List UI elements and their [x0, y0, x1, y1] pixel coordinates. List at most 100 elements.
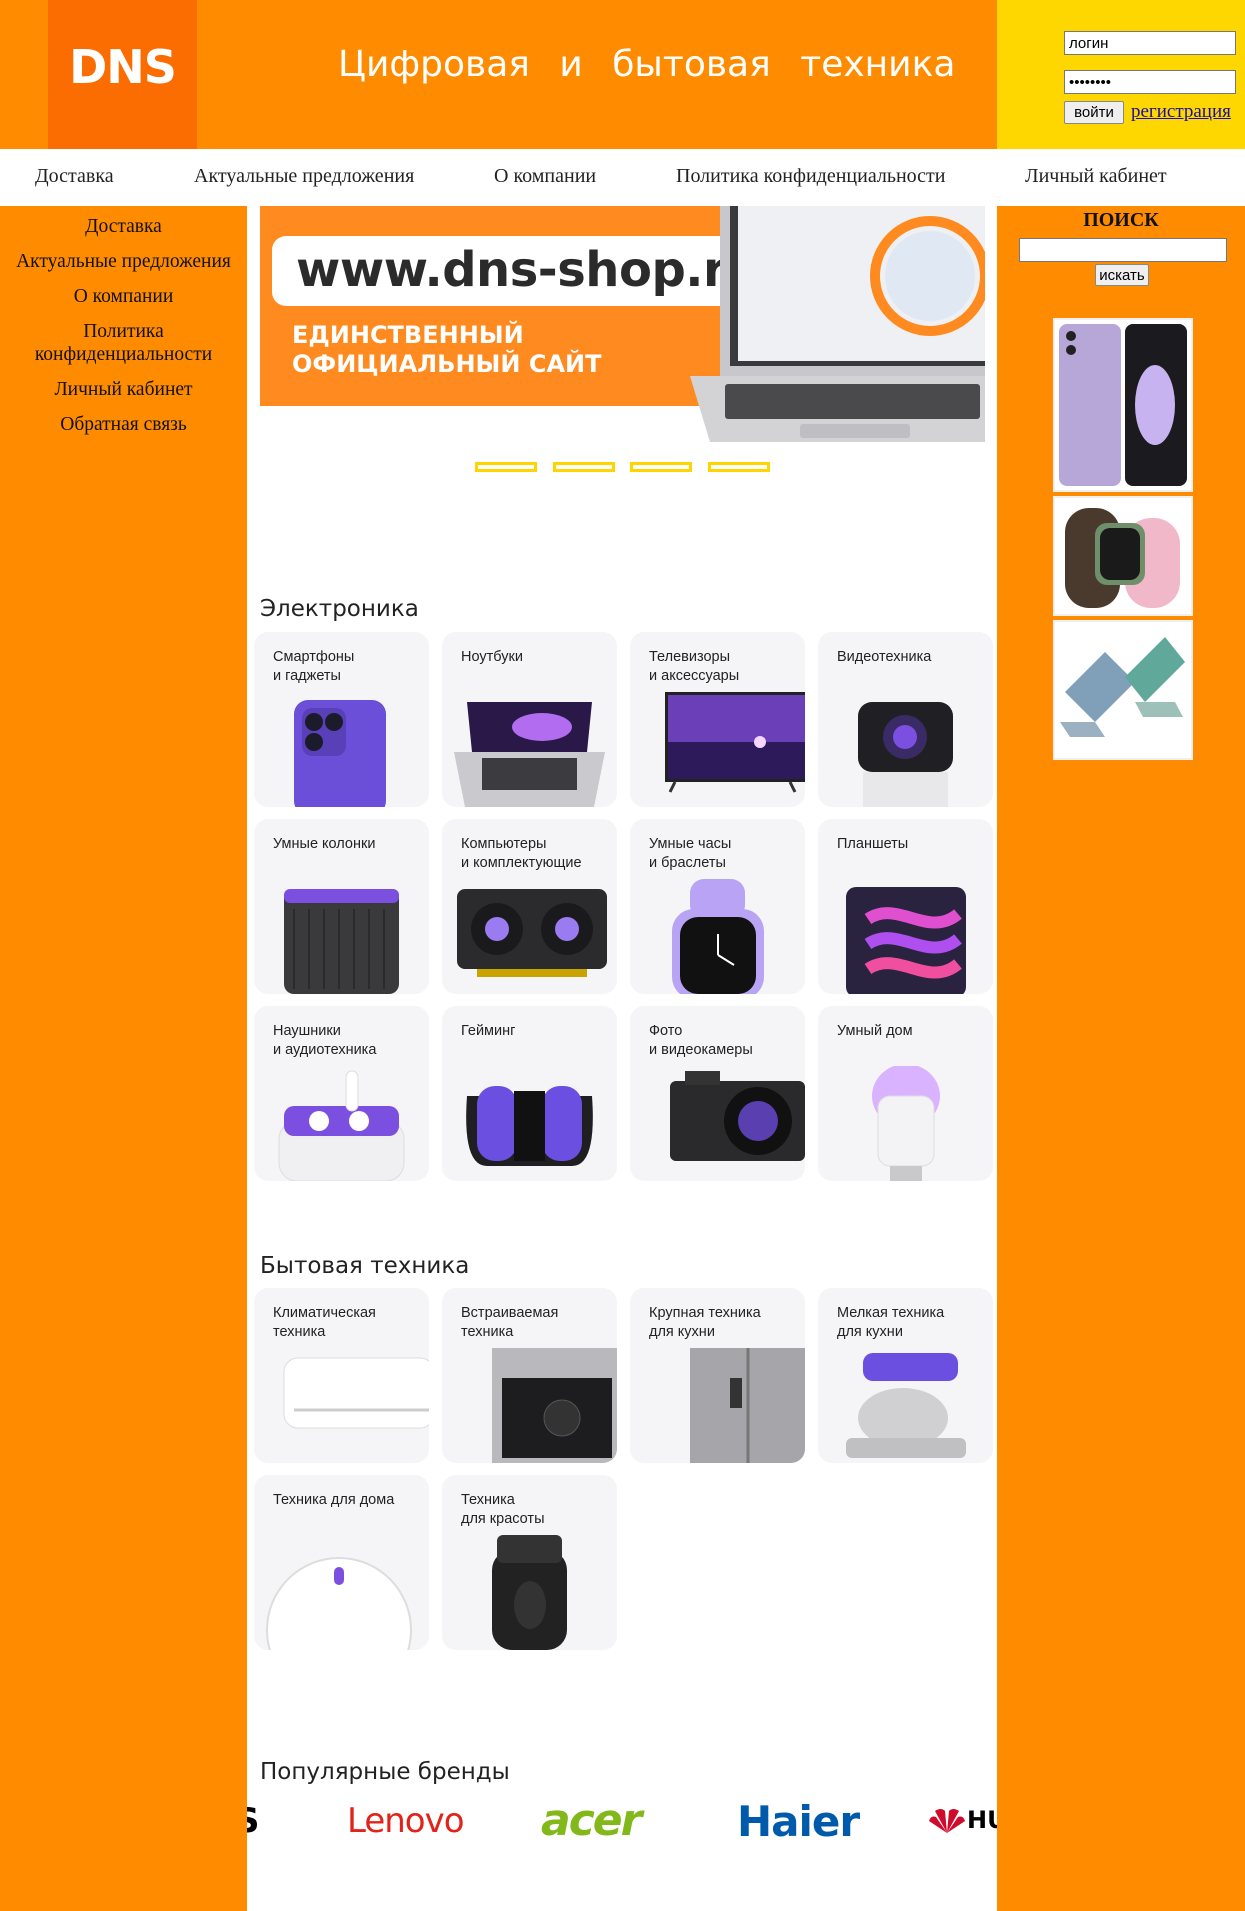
- site-header: DNS Цифровая и бытовая техника войти рег…: [0, 0, 1245, 149]
- oven-icon: [492, 1348, 617, 1463]
- category-smart-home[interactable]: Умный дом: [818, 1006, 993, 1181]
- login-input[interactable]: [1064, 31, 1236, 55]
- camera-icon: [670, 1071, 805, 1161]
- tile-label: Видеотехника: [837, 649, 932, 665]
- tile-label: Планшеты: [837, 836, 909, 852]
- top-nav-delivery[interactable]: Доставка: [35, 165, 114, 188]
- category-video[interactable]: Видеотехника: [818, 632, 993, 807]
- graphics-card-icon: [457, 889, 607, 977]
- left-menu-feedback[interactable]: Обратная связь: [0, 411, 247, 446]
- top-nav-privacy[interactable]: Политика конфиденциальности: [676, 165, 946, 188]
- category-headphones[interactable]: Наушники и аудиотехника: [254, 1006, 429, 1181]
- tablet-icon: [846, 887, 966, 994]
- search-input[interactable]: [1019, 238, 1227, 262]
- shaver-icon: [492, 1535, 567, 1650]
- tv-icon: [665, 692, 805, 793]
- brand-huawei-logo[interactable]: HU: [927, 1805, 997, 1835]
- tile-label: Встраиваемая техника: [461, 1305, 559, 1340]
- fridge-icon: [690, 1348, 805, 1463]
- dns-logo[interactable]: DNS: [48, 0, 197, 149]
- top-nav: Доставка Актуальные предложения О компан…: [0, 149, 1245, 206]
- category-gaming[interactable]: Гейминг: [442, 1006, 617, 1181]
- left-sidebar: Доставка Актуальные предложения О компан…: [0, 206, 247, 1911]
- category-smartwatches[interactable]: Умные часы и браслеты: [630, 819, 805, 994]
- category-kitchen-large[interactable]: Крупная техника для кухни: [630, 1288, 805, 1463]
- laptop-icon: [454, 702, 605, 807]
- tile-label: Климатическая техника: [273, 1305, 376, 1340]
- top-nav-about[interactable]: О компании: [494, 165, 596, 188]
- robot-vacuum-icon: [266, 1557, 412, 1650]
- tile-label: Техника для дома: [273, 1492, 395, 1508]
- tile-label: Умный дом: [837, 1023, 913, 1039]
- category-home[interactable]: Техника для дома: [254, 1475, 429, 1650]
- tile-label: Смартфоны и гаджеты: [273, 649, 355, 684]
- air-conditioner-icon: [283, 1357, 429, 1429]
- smart-bulb-icon: [872, 1066, 940, 1181]
- laptop-image: [690, 206, 985, 442]
- laptops-image: [1060, 637, 1185, 737]
- brand-asus-logo[interactable]: S: [247, 1801, 260, 1841]
- login-button[interactable]: войти: [1064, 101, 1124, 124]
- projector-icon: [858, 702, 953, 807]
- huawei-petals-icon: [929, 1809, 965, 1833]
- tile-label: Техника для красоты: [461, 1492, 545, 1527]
- promo-foldable-phone[interactable]: [1053, 318, 1193, 492]
- slide-indicator-1[interactable]: [475, 462, 537, 472]
- tile-label: Мелкая техника для кухни: [837, 1305, 945, 1340]
- brand-acer-logo[interactable]: acer: [541, 1795, 642, 1846]
- category-computers[interactable]: Компьютеры и комплектующие: [442, 819, 617, 994]
- category-smart-speakers[interactable]: Умные колонки: [254, 819, 429, 994]
- top-nav-offers[interactable]: Актуальные предложения: [194, 165, 414, 188]
- left-menu-delivery[interactable]: Доставка: [0, 213, 247, 248]
- right-sidebar: поиск искать: [997, 206, 1245, 1911]
- foldable-phone-image: [1059, 324, 1187, 486]
- brands-carousel: S Lenovo acer Haier HU: [247, 1795, 997, 1861]
- left-menu-about[interactable]: О компании: [0, 283, 247, 318]
- category-beauty[interactable]: Техника для красоты: [442, 1475, 617, 1650]
- promo-banner[interactable]: www.dns-shop.ru ЕДИНСТВЕННЫЙ ОФИЦИАЛЬНЫЙ…: [260, 206, 985, 442]
- slide-indicator-3[interactable]: [630, 462, 692, 472]
- smart-speaker-icon: [284, 889, 399, 994]
- category-laptops[interactable]: Ноутбуки: [442, 632, 617, 807]
- tile-label: Крупная техника для кухни: [649, 1305, 761, 1340]
- left-menu-offers[interactable]: Актуальные предложения: [0, 248, 247, 283]
- login-panel: войти регистрация: [997, 0, 1245, 149]
- category-climate[interactable]: Климатическая техника: [254, 1288, 429, 1463]
- tile-label: Фото и видеокамеры: [649, 1023, 753, 1058]
- brand-haier-logo[interactable]: Haier: [737, 1797, 860, 1846]
- left-menu-privacy[interactable]: Политика конфиденциальности: [0, 318, 247, 376]
- brands-title: Популярные бренды: [260, 1759, 510, 1785]
- category-kitchen-small[interactable]: Мелкая техника для кухни: [818, 1288, 993, 1463]
- site-tagline: Цифровая и бытовая техника: [338, 44, 956, 85]
- brand-lenovo-logo[interactable]: Lenovo: [347, 1801, 465, 1841]
- promo-laptops[interactable]: [1053, 620, 1193, 760]
- tile-label: Компьютеры и комплектующие: [461, 836, 582, 871]
- search-button[interactable]: искать: [1095, 264, 1149, 286]
- tile-label: Наушники и аудиотехника: [273, 1023, 377, 1058]
- promo-smartwatch[interactable]: [1053, 496, 1193, 616]
- category-built-in[interactable]: Встраиваемая техника: [442, 1288, 617, 1463]
- category-cameras[interactable]: Фото и видеокамеры: [630, 1006, 805, 1181]
- register-link[interactable]: регистрация: [1131, 101, 1231, 123]
- mixer-icon: [846, 1353, 966, 1458]
- top-nav-account[interactable]: Личный кабинет: [1025, 165, 1167, 188]
- tile-label: Телевизоры и аксессуары: [649, 649, 740, 684]
- tile-label: Умные колонки: [273, 836, 376, 852]
- category-smartphones[interactable]: Смартфоны и гаджеты: [254, 632, 429, 807]
- category-tvs[interactable]: Телевизоры и аксессуары: [630, 632, 805, 807]
- banner-caption-line1: ЕДИНСТВЕННЫЙ: [292, 321, 524, 349]
- left-menu: Доставка Актуальные предложения О компан…: [0, 213, 247, 446]
- slide-indicator-2[interactable]: [553, 462, 615, 472]
- password-input[interactable]: [1064, 70, 1236, 94]
- banner-caption-line2: ОФИЦИАЛЬНЫЙ САЙТ: [292, 350, 602, 378]
- electronics-title: Электроника: [260, 596, 419, 622]
- earbuds-icon: [278, 1070, 405, 1181]
- category-tablets[interactable]: Планшеты: [818, 819, 993, 994]
- logo-text: DNS: [69, 40, 177, 94]
- search-title: поиск: [1083, 209, 1159, 231]
- smartphone-icon: [294, 700, 386, 807]
- left-menu-account[interactable]: Личный кабинет: [0, 376, 247, 411]
- gamepad-icon: [466, 1086, 593, 1166]
- slide-indicator-4[interactable]: [708, 462, 770, 472]
- main-content: www.dns-shop.ru ЕДИНСТВЕННЫЙ ОФИЦИАЛЬНЫЙ…: [247, 206, 997, 1911]
